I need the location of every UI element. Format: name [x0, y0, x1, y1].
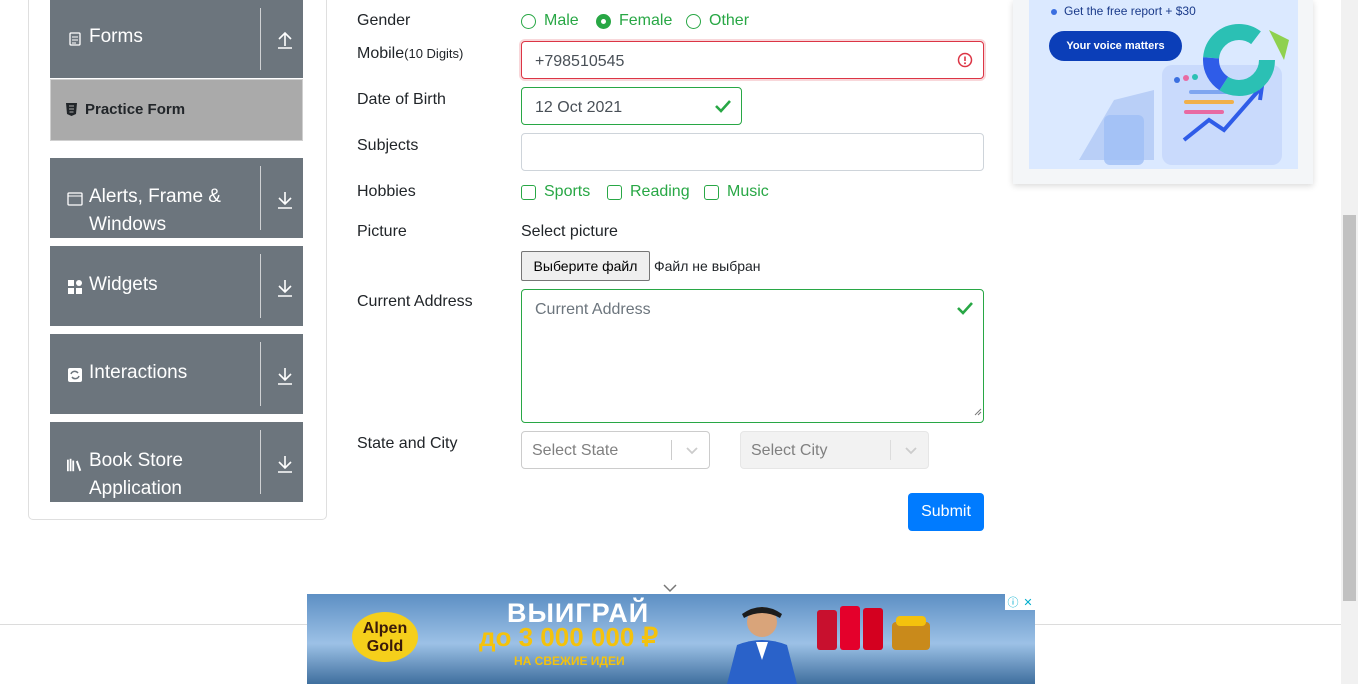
radio-label: Other — [709, 12, 750, 29]
picture-caption: Select picture — [521, 223, 618, 240]
address-placeholder: Current Address — [535, 301, 651, 318]
hobby-checkbox-reading[interactable]: Reading — [607, 183, 690, 201]
ad-amount: до 3 000 000 ₽ — [479, 622, 659, 652]
city-placeholder: Select City — [751, 442, 828, 459]
sidebar-group-book-store[interactable]: Book Store Application — [50, 422, 303, 502]
choose-file-button[interactable]: Выберите файл — [521, 251, 650, 281]
chocolate-products-icon — [817, 606, 930, 650]
sidebar-group-label: Interactions — [89, 362, 188, 383]
radio-label: Male — [544, 12, 579, 29]
submit-button[interactable]: Submit — [908, 493, 984, 531]
arrow-down-icon[interactable] — [274, 277, 296, 299]
gender-radio-female[interactable]: Female — [596, 12, 672, 30]
books-icon — [67, 457, 83, 473]
hobbies-label: Hobbies — [357, 183, 416, 200]
gender-radio-male[interactable]: Male — [521, 12, 579, 30]
radio-circle[interactable] — [596, 13, 611, 29]
chevron-down-icon[interactable] — [904, 443, 918, 462]
dob-value: 12 Oct 2021 — [535, 99, 623, 116]
sidebar-item-label: Practice Form — [85, 101, 186, 118]
ad-brand-logo: Alpen Gold — [352, 612, 418, 662]
state-city-label: State and City — [357, 435, 458, 452]
info-icon[interactable]: ⓘ — [1007, 594, 1018, 610]
ad-subline: НА СВЕЖИЕ ИДЕИ — [514, 654, 625, 668]
city-select[interactable]: Select City — [740, 431, 929, 469]
gender-radio-other[interactable]: Other — [686, 12, 749, 30]
report-illustration-icon — [1079, 24, 1289, 165]
widgets-icon — [67, 279, 83, 295]
gender-label: Gender — [357, 12, 411, 29]
dob-input[interactable]: 12 Oct 2021 — [521, 87, 742, 125]
subjects-label: Subjects — [357, 137, 419, 154]
html5-icon — [66, 103, 77, 121]
radio-circle[interactable] — [521, 13, 536, 29]
check-icon — [714, 98, 732, 119]
hobby-checkbox-sports[interactable]: Sports — [521, 183, 590, 201]
ad-banner-bottom[interactable]: Alpen Gold ВЫИГРАЙ до 3 000 000 ₽ НА СВЕ… — [307, 594, 1035, 684]
close-icon[interactable]: ✕ — [1023, 596, 1032, 609]
state-placeholder: Select State — [532, 442, 619, 459]
checkbox-label: Music — [727, 183, 769, 200]
checkbox-box[interactable] — [704, 184, 719, 200]
address-textarea[interactable]: Current Address — [521, 289, 984, 423]
mobile-label-text: Mobile — [357, 45, 405, 62]
sidebar-group-label: Widgets — [89, 274, 158, 295]
mobile-input[interactable]: +798510545 — [521, 41, 984, 79]
resize-handle-icon[interactable] — [973, 403, 982, 421]
sidebar-group-forms[interactable]: Forms — [50, 0, 303, 78]
window-icon — [67, 191, 83, 207]
check-icon — [956, 300, 974, 321]
mobile-value: +798510545 — [535, 53, 625, 70]
arrow-down-icon[interactable] — [274, 189, 296, 211]
sidebar-group-widgets[interactable]: Widgets — [50, 246, 303, 326]
address-label: Current Address — [357, 293, 473, 310]
checkbox-label: Reading — [630, 183, 690, 200]
chevron-down-icon[interactable] — [685, 443, 699, 462]
sidebar-group-label: Alerts, Frame & Windows — [89, 186, 221, 235]
sync-icon — [67, 367, 83, 383]
checkbox-box[interactable] — [607, 184, 622, 200]
mobile-hint: (10 Digits) — [404, 46, 464, 61]
radio-label: Female — [619, 12, 673, 29]
hobby-checkbox-music[interactable]: Music — [704, 183, 769, 201]
arrow-down-icon[interactable] — [274, 453, 296, 475]
picture-label: Picture — [357, 223, 407, 240]
ad-controls[interactable]: ⓘ ✕ — [1005, 594, 1035, 610]
checkbox-box[interactable] — [521, 184, 536, 200]
sidebar-group-label: Book Store Application — [89, 450, 183, 499]
arrow-up-icon[interactable] — [274, 29, 296, 51]
ad-text: Get the free report + $30 — [1064, 4, 1196, 18]
arrow-down-icon[interactable] — [274, 365, 296, 387]
ad-banner-top[interactable]: Get the free report + $30 Your voice mat… — [1013, 0, 1313, 184]
error-icon — [957, 52, 973, 73]
file-status: Файл не выбран — [654, 258, 761, 274]
sidebar-group-label: Forms — [89, 26, 143, 47]
subjects-input[interactable] — [521, 133, 984, 171]
scrollbar-thumb[interactable] — [1343, 215, 1356, 601]
mobile-label: Mobile(10 Digits) — [357, 45, 463, 63]
radio-circle[interactable] — [686, 13, 701, 29]
sidebar-group-interactions[interactable]: Interactions — [50, 334, 303, 414]
checkbox-label: Sports — [544, 183, 591, 200]
state-select[interactable]: Select State — [521, 431, 710, 469]
sidebar-item-practice-form[interactable]: Practice Form — [50, 79, 303, 141]
dob-label: Date of Birth — [357, 91, 446, 108]
sidebar-group-alerts[interactable]: Alerts, Frame & Windows — [50, 158, 303, 238]
document-icon — [67, 31, 83, 47]
bullet-icon — [1051, 9, 1057, 15]
ad-image[interactable]: Get the free report + $30 Your voice mat… — [1029, 0, 1298, 169]
